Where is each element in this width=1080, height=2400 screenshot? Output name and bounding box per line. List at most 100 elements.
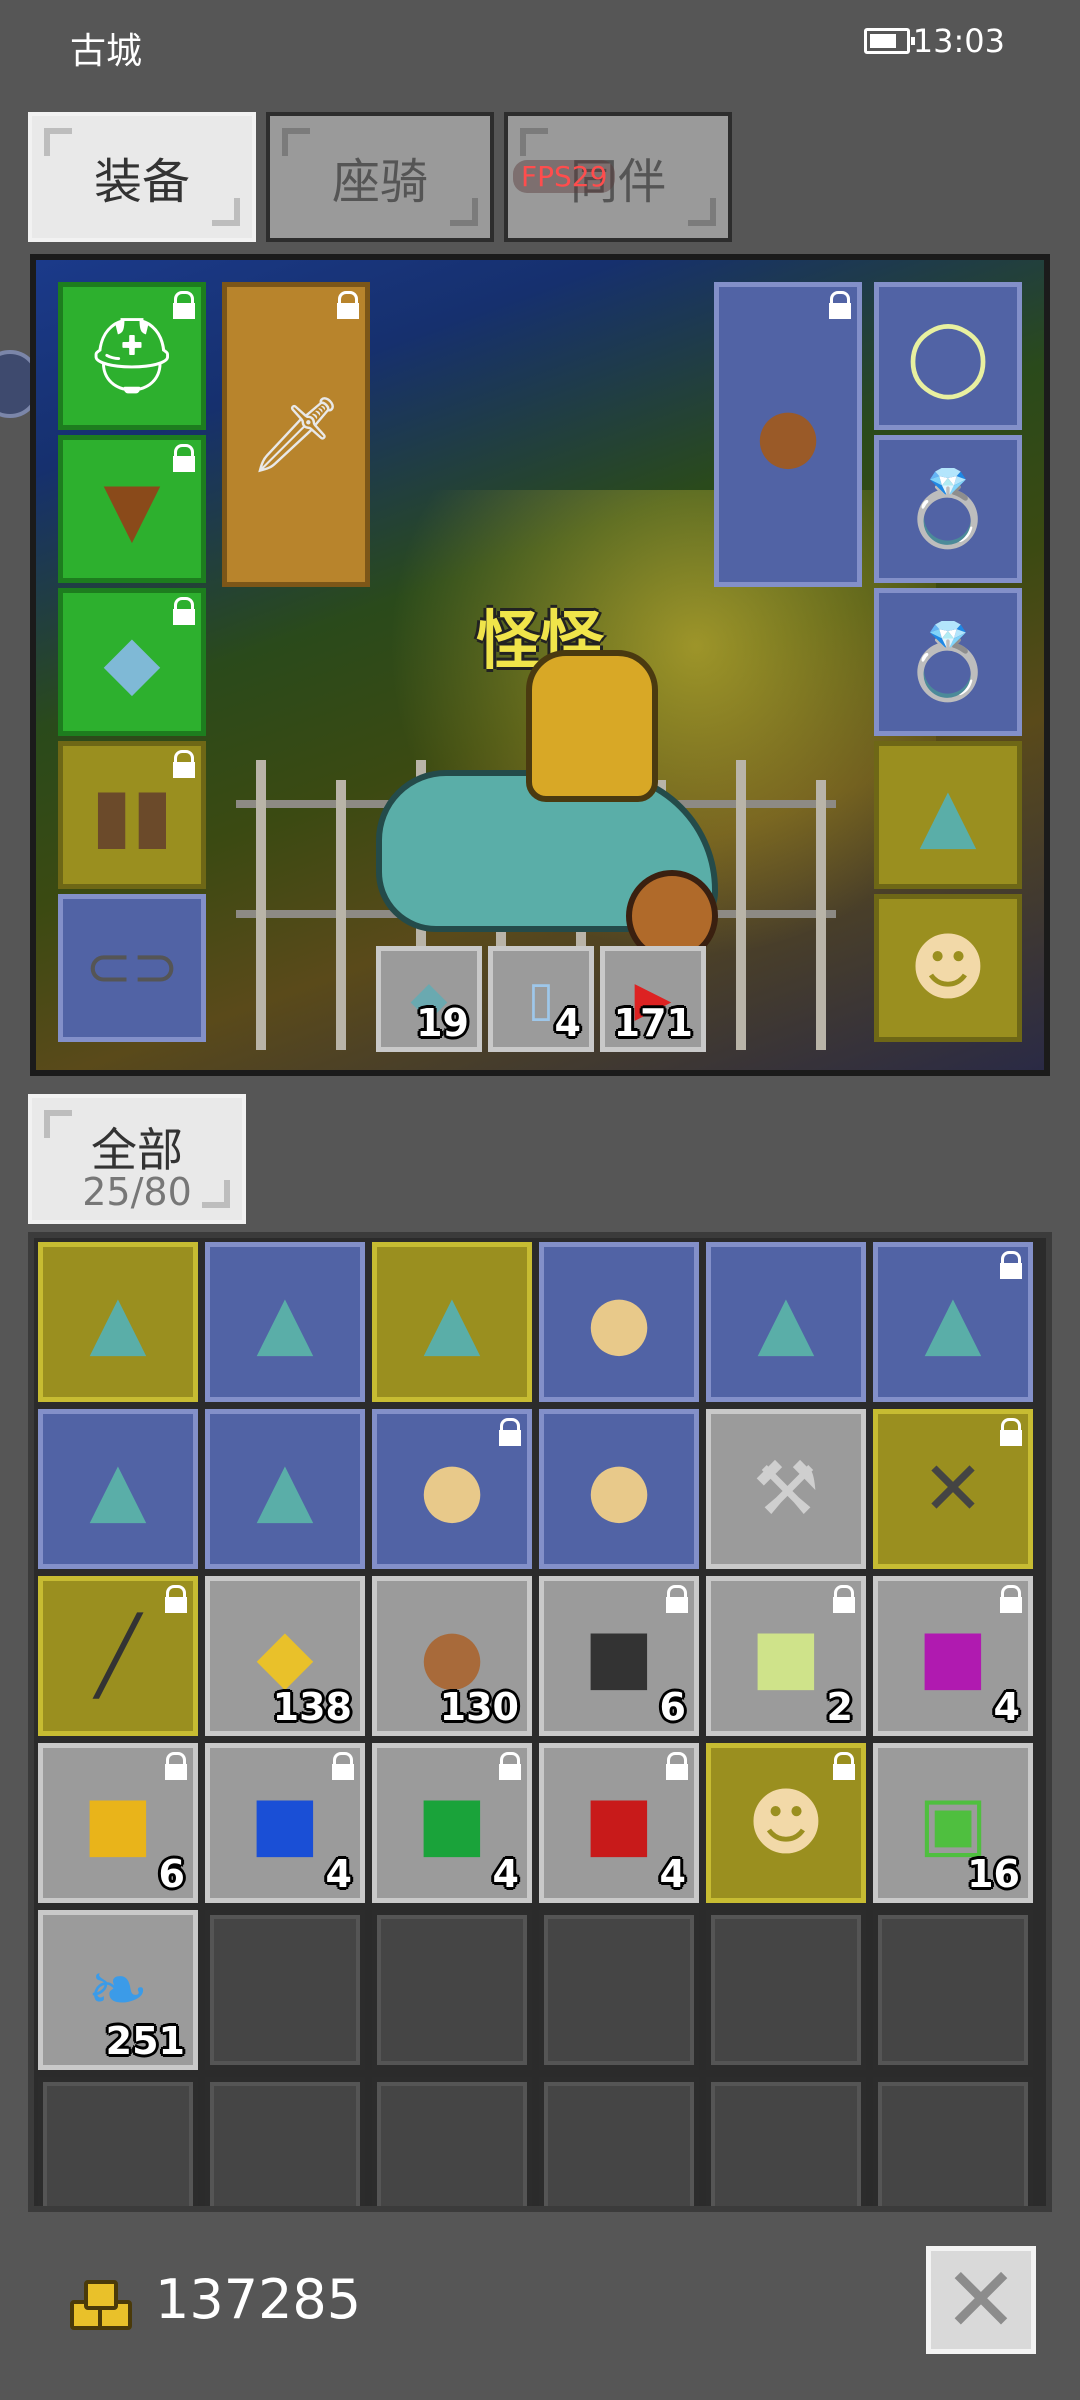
inventory-slot[interactable]: ■ 6 [38,1743,198,1903]
item-count: 4 [554,1001,581,1045]
lock-icon [165,1585,187,1613]
helmet-slot[interactable]: ⛑ [58,282,206,430]
armor-slot[interactable]: ▼ [58,435,206,583]
lock-icon [499,1418,521,1446]
quickbar-slot-3[interactable]: ▶ 171 [600,946,706,1052]
quickbar-slot-2[interactable]: ▯ 4 [488,946,594,1052]
empty-inventory-slot[interactable] [539,2077,699,2206]
boots-slot[interactable]: ▮▮ [58,741,206,889]
inventory-slot[interactable]: ▲ [706,1242,866,1402]
lock-icon [833,1585,855,1613]
gold-nuggets-icon: ◆ [256,1613,314,1699]
empty-inventory-slot[interactable] [706,1910,866,2070]
tab-mount[interactable]: 座骑 [266,112,494,242]
inventory-slot[interactable]: ■ 6 [539,1576,699,1736]
inventory-slot[interactable]: ☻ [706,1743,866,1903]
belt-icon: ⊂⊃ [85,935,179,1000]
emerald-ring-icon: 💍 [901,466,995,552]
armor-icon: ▼ [103,466,161,552]
item-count: 4 [993,1685,1020,1729]
inventory-slot[interactable]: ▲ [205,1409,365,1569]
dragon-card-icon: ▲ [924,1279,982,1365]
gloves-slot[interactable]: ◆ [58,588,206,736]
boots-icon: ▮▮ [91,772,173,858]
lock-icon [337,291,359,319]
capacity-counter: 25/80 [82,1170,192,1214]
weapon-slot[interactable]: 🗡 [222,282,370,587]
inventory-slot[interactable]: ■ 4 [873,1576,1033,1736]
item-count: 251 [105,2019,185,2063]
knight-helmet-sprite [526,650,658,802]
lock-icon [1000,1418,1022,1446]
helmet-icon: ⛑ [85,313,179,399]
item-count: 6 [158,1852,185,1896]
inventory-slot[interactable]: ▲ [38,1242,198,1402]
close-button[interactable]: ✕ [926,2246,1036,2354]
scroll-icon: ▯ [527,971,555,1027]
empty-inventory-slot[interactable] [539,1910,699,2070]
quickbar-slot-1[interactable]: ◆ 19 [376,946,482,1052]
empty-inventory-slot[interactable] [873,1910,1033,2070]
dragon-card-icon: ▲ [423,1279,481,1365]
inventory-slot[interactable]: ● [539,1242,699,1402]
filter-all-tab[interactable]: 全部 25/80 [28,1094,246,1224]
inventory-slot[interactable]: ▲ [873,1242,1033,1402]
empty-inventory-slot[interactable] [38,2077,198,2206]
mount-slot[interactable]: ▲ [874,741,1022,889]
item-count: 19 [416,1001,469,1045]
ring-slot-1[interactable]: 💍 [874,435,1022,583]
yellow-gem-icon: ■ [83,1780,153,1866]
dragon-card-icon: ▲ [256,1279,314,1365]
close-icon: ✕ [943,2247,1019,2353]
companion-slot[interactable]: ☻ [874,894,1022,1042]
inventory-slot[interactable]: ■ 4 [539,1743,699,1903]
inventory-slot[interactable]: ● [372,1409,532,1569]
inventory-slot[interactable]: ╱ [38,1576,198,1736]
inventory-slot[interactable]: ◆ 138 [205,1576,365,1736]
lock-icon [332,1752,354,1780]
inventory-slot[interactable]: ❧ 251 [38,1910,198,2070]
onyx-ring-icon: 💍 [901,619,995,705]
amulet-icon: ◯ [906,313,990,399]
equipment-panel: 怪怪 ⛑ ▼ ◆ ▮▮ ⊂⊃ 🗡 ● ◯ 💍 💍 ▲ ☻ ◆ 19 ▯ 4 ▶ … [30,254,1050,1076]
axe-icon: ⚒ [752,1446,820,1532]
lock-icon [1000,1585,1022,1613]
inventory-slot[interactable]: ▲ [372,1242,532,1402]
sword-icon: 🗡 [249,391,343,478]
ring-slot-2[interactable]: 💍 [874,588,1022,736]
item-count: 6 [659,1685,686,1729]
inventory-slot[interactable]: ■ 4 [372,1743,532,1903]
lock-icon [1000,1251,1022,1279]
status-bar: 古城 13:03 [0,0,1080,90]
inventory-slot[interactable]: ■ 4 [205,1743,365,1903]
lock-icon [666,1585,688,1613]
tab-equipment[interactable]: 装备 [28,112,256,242]
empty-inventory-slot[interactable] [706,2077,866,2206]
inventory-slot[interactable]: ▲ [205,1242,365,1402]
lime-gem-icon: ■ [751,1613,821,1699]
tab-label: 装备 [93,154,190,210]
lock-icon [165,1752,187,1780]
item-count: 2 [826,1685,853,1729]
amulet-slot[interactable]: ◯ [874,282,1022,430]
blue-gem-icon: ■ [250,1780,320,1866]
green-shell-icon: ▣ [918,1780,988,1866]
inventory-slot[interactable]: ⚒ [706,1409,866,1569]
item-count: 171 [613,1001,693,1045]
inventory-slot[interactable]: ▲ [38,1409,198,1569]
empty-inventory-slot[interactable] [205,1910,365,2070]
lock-icon [833,1752,855,1780]
empty-inventory-slot[interactable] [205,2077,365,2206]
empty-inventory-slot[interactable] [372,1910,532,2070]
inventory-slot[interactable]: ▣ 16 [873,1743,1033,1903]
belt-slot[interactable]: ⊂⊃ [58,894,206,1042]
lock-icon [173,291,195,319]
inventory-slot[interactable]: ✕ [873,1409,1033,1569]
empty-inventory-slot[interactable] [372,2077,532,2206]
inventory-slot[interactable]: ● [539,1409,699,1569]
inventory-slot[interactable]: ● 130 [372,1576,532,1736]
shield-slot[interactable]: ● [714,282,862,587]
inventory-slot[interactable]: ■ 2 [706,1576,866,1736]
empty-inventory-slot[interactable] [873,2077,1033,2206]
lock-icon [666,1752,688,1780]
